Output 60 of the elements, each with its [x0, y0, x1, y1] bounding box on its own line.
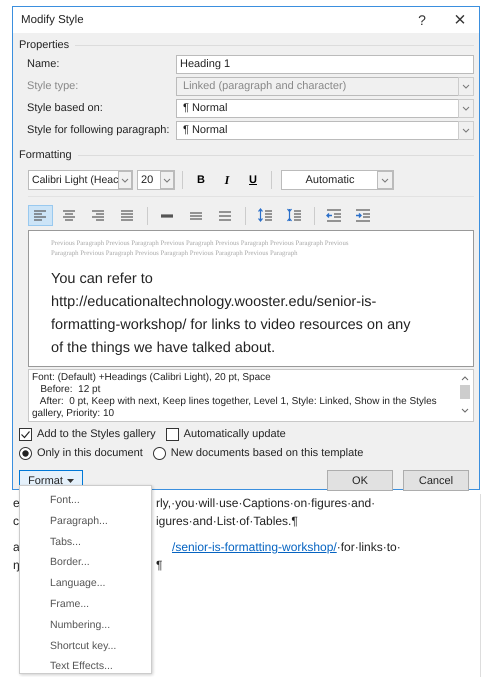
- menu-item[interactable]: Shortcut key...: [20, 636, 151, 656]
- document-text: ·for·links·to·: [336, 540, 401, 554]
- group-heading: Formatting: [19, 149, 72, 161]
- menu-item[interactable]: Text Effects...: [20, 656, 151, 677]
- close-button[interactable]: ×: [441, 7, 479, 33]
- radio-button[interactable]: New documents based on this template: [152, 446, 364, 460]
- justify-icon: [119, 208, 136, 223]
- checkbox[interactable]: Add to the Styles gallery: [19, 428, 156, 440]
- document-text: a: [12, 540, 21, 554]
- space-up-icon: [257, 208, 274, 223]
- field-label: Name:: [27, 58, 60, 70]
- dropdown-field[interactable]: ¶ Normal: [176, 120, 474, 140]
- chevron-icon: [458, 98, 474, 118]
- menu-item[interactable]: Border...: [20, 552, 151, 574]
- document-text: e: [12, 496, 21, 510]
- underline-button[interactable]: U: [242, 174, 264, 186]
- italic-button[interactable]: I: [216, 172, 238, 188]
- color-dropdown[interactable]: Automatic: [281, 170, 394, 190]
- name-field[interactable]: Heading 1: [176, 54, 474, 74]
- field-label: Style for following paragraph:: [27, 124, 170, 136]
- align-left-button[interactable]: [28, 205, 53, 226]
- field-label: Style type:: [27, 80, 80, 92]
- align-right-icon: [90, 208, 107, 223]
- style-description: Font: (Default) +Headings (Calibri Light), 20 pt, Space Before: 12 pt After: 0 pt, Keep with next, Keep lines together, Level 1, Style: Linked, Show in the Styles gallery, Priority: 10: [32, 372, 437, 421]
- chevron-icon: [160, 171, 174, 189]
- indent-increase-icon: [355, 208, 372, 223]
- field-label: Style based on:: [27, 102, 104, 114]
- checkbox[interactable]: Automatically update: [166, 428, 286, 440]
- bold-button[interactable]: B: [190, 174, 212, 186]
- menu-item[interactable]: Language...: [20, 573, 151, 594]
- group-heading: Properties: [19, 39, 70, 51]
- menu-item[interactable]: Paragraph...: [20, 510, 151, 532]
- menu-item[interactable]: Font...: [20, 490, 151, 511]
- size-dropdown[interactable]: 20: [137, 170, 175, 190]
- radio-button[interactable]: Only in this document: [19, 446, 143, 460]
- document-text: rly,·you·will·use·Captions·on·figures·and·: [156, 496, 376, 510]
- document-link[interactable]: /senior-is-formatting-workshop/: [172, 540, 337, 554]
- menu-item[interactable]: Numbering...: [20, 614, 151, 636]
- indent-decrease-icon: [326, 208, 343, 223]
- menu-item[interactable]: Frame...: [20, 594, 151, 615]
- space-down-icon: [286, 208, 303, 223]
- align-center-icon: [61, 208, 78, 223]
- align-left-icon: [32, 208, 49, 223]
- ok-button[interactable]: OK: [327, 470, 393, 491]
- chevron-icon: [458, 76, 474, 96]
- chevron-icon: [118, 171, 132, 189]
- document-text: igures·and·List·of·Tables.¶: [156, 514, 298, 528]
- chevron-icon: [458, 120, 474, 140]
- menu-item[interactable]: Tabs...: [20, 532, 151, 552]
- document-text: ŋ: [12, 558, 21, 572]
- help-button[interactable]: ?: [403, 7, 441, 33]
- document-text: c: [12, 514, 20, 528]
- sample-text: You can refer to http://educationaltechnology.wooster.edu/senior-is- formatting-workshop/ for links to video resources on any of the things we have talked about.: [51, 270, 412, 358]
- document-text: ¶: [156, 558, 162, 572]
- caret-icon: [66, 478, 74, 482]
- dropdown-field[interactable]: ¶ Normal: [176, 98, 474, 118]
- window-title: Modify Style: [21, 14, 85, 26]
- cancel-button[interactable]: Cancel: [403, 470, 469, 491]
- font-dropdown[interactable]: Calibri Light (Heac: [28, 170, 133, 190]
- chevron-icon: [377, 171, 393, 189]
